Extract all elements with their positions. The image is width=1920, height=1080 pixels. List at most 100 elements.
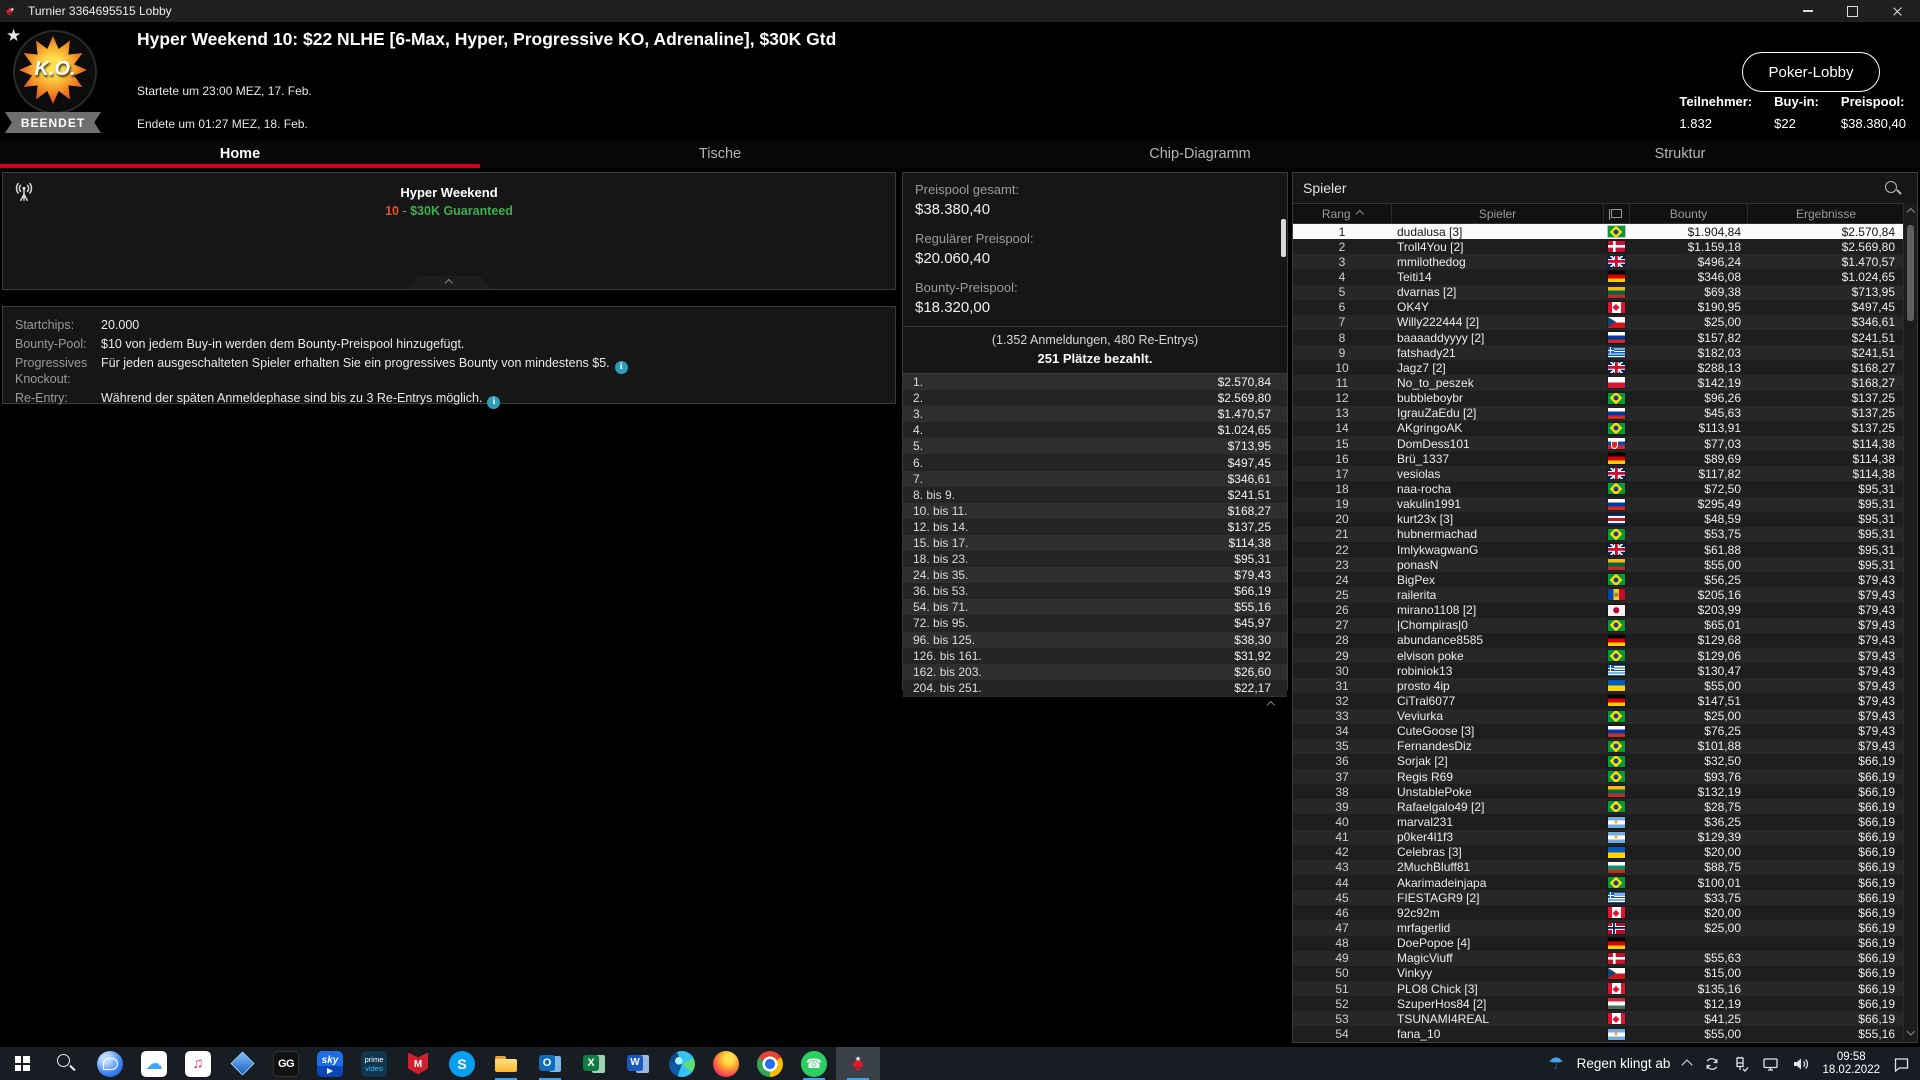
- taskbar-icon-explorer[interactable]: [484, 1047, 528, 1080]
- column-header-ergebnisse[interactable]: Ergebnisse: [1747, 204, 1904, 223]
- player-row[interactable]: 48 DoePopoe [4] $66,19: [1293, 935, 1917, 951]
- search-icon[interactable]: [1884, 180, 1901, 197]
- player-row[interactable]: 35 FernandesDiz $101,88 $79,43: [1293, 738, 1917, 754]
- player-row[interactable]: 46 92c92m $20,00 $66,19: [1293, 905, 1917, 921]
- player-row[interactable]: 22 ImlykwagwanG $61,88 $95,31: [1293, 541, 1917, 558]
- taskbar-icon-sky[interactable]: [308, 1047, 352, 1080]
- player-row[interactable]: 6 OK4Y $190,95 $497,45: [1293, 299, 1917, 315]
- player-row[interactable]: 3 mmilothedog $496,24 $1.470,57: [1293, 254, 1917, 270]
- player-row[interactable]: 24 BigPex $56,25 $79,43: [1293, 572, 1917, 588]
- taskbar-icon-mcafee[interactable]: [396, 1047, 440, 1080]
- collapse-series-panel-button[interactable]: [406, 276, 492, 289]
- player-row[interactable]: 50 Vinkyy $15,00 $66,19: [1293, 965, 1917, 982]
- taskbar-icon-chrome[interactable]: [748, 1047, 792, 1080]
- player-row[interactable]: 36 Sorjak [2] $32,50 $66,19: [1293, 753, 1917, 770]
- scroll-down-icon[interactable]: [1906, 1027, 1915, 1036]
- column-header-bounty[interactable]: Bounty: [1629, 204, 1747, 223]
- tab-chip-diagramm[interactable]: Chip-Diagramm: [960, 140, 1440, 168]
- player-row[interactable]: 19 vakulin1991 $295,49 $95,31: [1293, 496, 1917, 512]
- taskbar-icon-icloud[interactable]: [132, 1047, 176, 1080]
- weather-text[interactable]: Regen klingt ab: [1577, 1056, 1671, 1071]
- player-row[interactable]: 28 abundance8585 $129,68 $79,43: [1293, 632, 1917, 648]
- taskbar-icon-word[interactable]: [616, 1047, 660, 1080]
- tab-home[interactable]: Home: [0, 140, 480, 168]
- player-row[interactable]: 8 baaaaddyyyy [2] $157,82 $241,51: [1293, 329, 1917, 346]
- player-row[interactable]: 9 fatshady21 $182,03 $241,51: [1293, 345, 1917, 361]
- close-button[interactable]: [1875, 0, 1920, 22]
- player-row[interactable]: 34 CuteGoose [3] $76,25 $79,43: [1293, 723, 1917, 739]
- player-row[interactable]: 26 mirano1108 [2] $203,99 $79,43: [1293, 602, 1917, 618]
- volume-icon[interactable]: [1792, 1056, 1809, 1072]
- taskbar-icon-outlook[interactable]: [528, 1047, 572, 1080]
- player-row[interactable]: 23 ponasN $55,00 $95,31: [1293, 557, 1917, 573]
- tray-expand-icon[interactable]: [1681, 1059, 1694, 1071]
- players-scrollbar-thumb[interactable]: [1907, 225, 1914, 321]
- player-row[interactable]: 16 Brü_1337 $89,69 $114,38: [1293, 451, 1917, 467]
- player-row[interactable]: 7 Willy222444 [2] $25,00 $346,61: [1293, 314, 1917, 330]
- player-row[interactable]: 25 railerita $205,16 $79,43: [1293, 587, 1917, 603]
- info-icon[interactable]: i: [487, 396, 501, 409]
- player-row[interactable]: 12 bubbleboybr $96,26 $137,25: [1293, 390, 1917, 406]
- player-row[interactable]: 1 dudalusa [3] $1.904,84 $2.570,84: [1293, 224, 1917, 240]
- player-row[interactable]: 49 MagicViuff $55,63 $66,19: [1293, 950, 1917, 966]
- player-row[interactable]: 52 SzuperHos84 [2] $12,19 $66,19: [1293, 996, 1917, 1012]
- taskbar-icon-edge[interactable]: [660, 1047, 704, 1080]
- player-row[interactable]: 5 dvarnas [2] $69,38 $713,95: [1293, 284, 1917, 300]
- network-icon[interactable]: [1762, 1056, 1779, 1072]
- players-scrollbar[interactable]: [1903, 203, 1917, 1042]
- player-row[interactable]: 15 DomDess101 $77,03 $114,38: [1293, 435, 1917, 452]
- taskbar-icon-prime[interactable]: [352, 1047, 396, 1080]
- player-row[interactable]: 42 Celebras [3] $20,00 $66,19: [1293, 844, 1917, 860]
- player-row[interactable]: 37 Regis R69 $93,76 $66,19: [1293, 769, 1917, 785]
- prizepool-scrollbar-thumb[interactable]: [1281, 219, 1286, 257]
- weather-umbrella-icon[interactable]: ☂: [1548, 1054, 1563, 1074]
- taskbar-icon-firefox[interactable]: [704, 1047, 748, 1080]
- sync-icon[interactable]: [1704, 1056, 1720, 1072]
- info-icon[interactable]: i: [614, 361, 628, 374]
- player-row[interactable]: 11 No_to_peszek $142,19 $168,27: [1293, 375, 1917, 391]
- player-row[interactable]: 43 2MuchBluff81 $88,75 $66,19: [1293, 859, 1917, 876]
- collapse-prizes-button[interactable]: [1266, 700, 1275, 709]
- notification-center-icon[interactable]: [1893, 1056, 1910, 1072]
- player-row[interactable]: 13 IgrauZaEdu [2] $45,63 $137,25: [1293, 405, 1917, 421]
- taskbar-clock[interactable]: 09:58 18.02.2022: [1822, 1051, 1880, 1077]
- tab-struktur[interactable]: Struktur: [1440, 140, 1920, 168]
- player-row[interactable]: 54 fana_10 $55,00 $55,16: [1293, 1026, 1917, 1042]
- taskbar-icon-search[interactable]: [44, 1047, 88, 1080]
- tab-tische[interactable]: Tische: [480, 140, 960, 168]
- player-row[interactable]: 33 Veviurka $25,00 $79,43: [1293, 708, 1917, 724]
- player-row[interactable]: 40 marval231 $36,25 $66,19: [1293, 814, 1917, 830]
- column-header-spieler[interactable]: Spieler: [1391, 204, 1603, 223]
- player-row[interactable]: 21 hubnermachad $53,75 $95,31: [1293, 526, 1917, 542]
- player-row[interactable]: 51 PLO8 Chick [3] $135,16 $66,19: [1293, 981, 1917, 997]
- column-header-rang[interactable]: Rang: [1293, 204, 1391, 223]
- taskbar-icon-skype[interactable]: [440, 1047, 484, 1080]
- player-row[interactable]: 41 p0ker4l1f3 $129,39 $66,19: [1293, 829, 1917, 845]
- player-row[interactable]: 20 kurt23x [3] $48,59 $95,31: [1293, 511, 1917, 527]
- scroll-up-icon[interactable]: [1906, 207, 1915, 216]
- player-row[interactable]: 27 |Chompiras|0 $65,01 $79,43: [1293, 617, 1917, 633]
- poker-lobby-button[interactable]: Poker-Lobby: [1742, 52, 1880, 92]
- taskbar-icon-ggpoker[interactable]: [264, 1047, 308, 1080]
- player-row[interactable]: 4 Teiti14 $346,08 $1.024,65: [1293, 269, 1917, 285]
- player-row[interactable]: 53 TSUNAMI4REAL $41,25 $66,19: [1293, 1011, 1917, 1027]
- player-row[interactable]: 29 elvison poke $129,06 $79,43: [1293, 647, 1917, 664]
- player-row[interactable]: 31 prosto 4ip $55,00 $79,43: [1293, 678, 1917, 694]
- player-row[interactable]: 32 CiTral6077 $147,51 $79,43: [1293, 693, 1917, 709]
- minimize-button[interactable]: [1785, 0, 1830, 22]
- player-row[interactable]: 17 vesiolas $117,82 $114,38: [1293, 466, 1917, 482]
- taskbar-icon-pokerstars[interactable]: [836, 1047, 880, 1080]
- taskbar-icon-excel[interactable]: [572, 1047, 616, 1080]
- taskbar-icon-music[interactable]: [176, 1047, 220, 1080]
- player-row[interactable]: 38 UnstablePoke $132,19 $66,19: [1293, 784, 1917, 800]
- usb-icon[interactable]: [1733, 1056, 1749, 1072]
- column-header-flag[interactable]: [1603, 204, 1629, 223]
- player-row[interactable]: 10 Jagz7 [2] $288,13 $168,27: [1293, 360, 1917, 376]
- player-row[interactable]: 2 Troll4You [2] $1.159,18 $2.569,80: [1293, 239, 1917, 255]
- player-row[interactable]: 44 Akarimadeinjapa $100,01 $66,19: [1293, 875, 1917, 891]
- player-row[interactable]: 55: [1293, 1041, 1917, 1042]
- maximize-button[interactable]: [1830, 0, 1875, 22]
- taskbar-icon-whatsapp[interactable]: [792, 1047, 836, 1080]
- player-row[interactable]: 39 Rafaelgalo49 [2] $28,75 $66,19: [1293, 799, 1917, 815]
- player-row[interactable]: 18 naa-rocha $72,50 $95,31: [1293, 481, 1917, 497]
